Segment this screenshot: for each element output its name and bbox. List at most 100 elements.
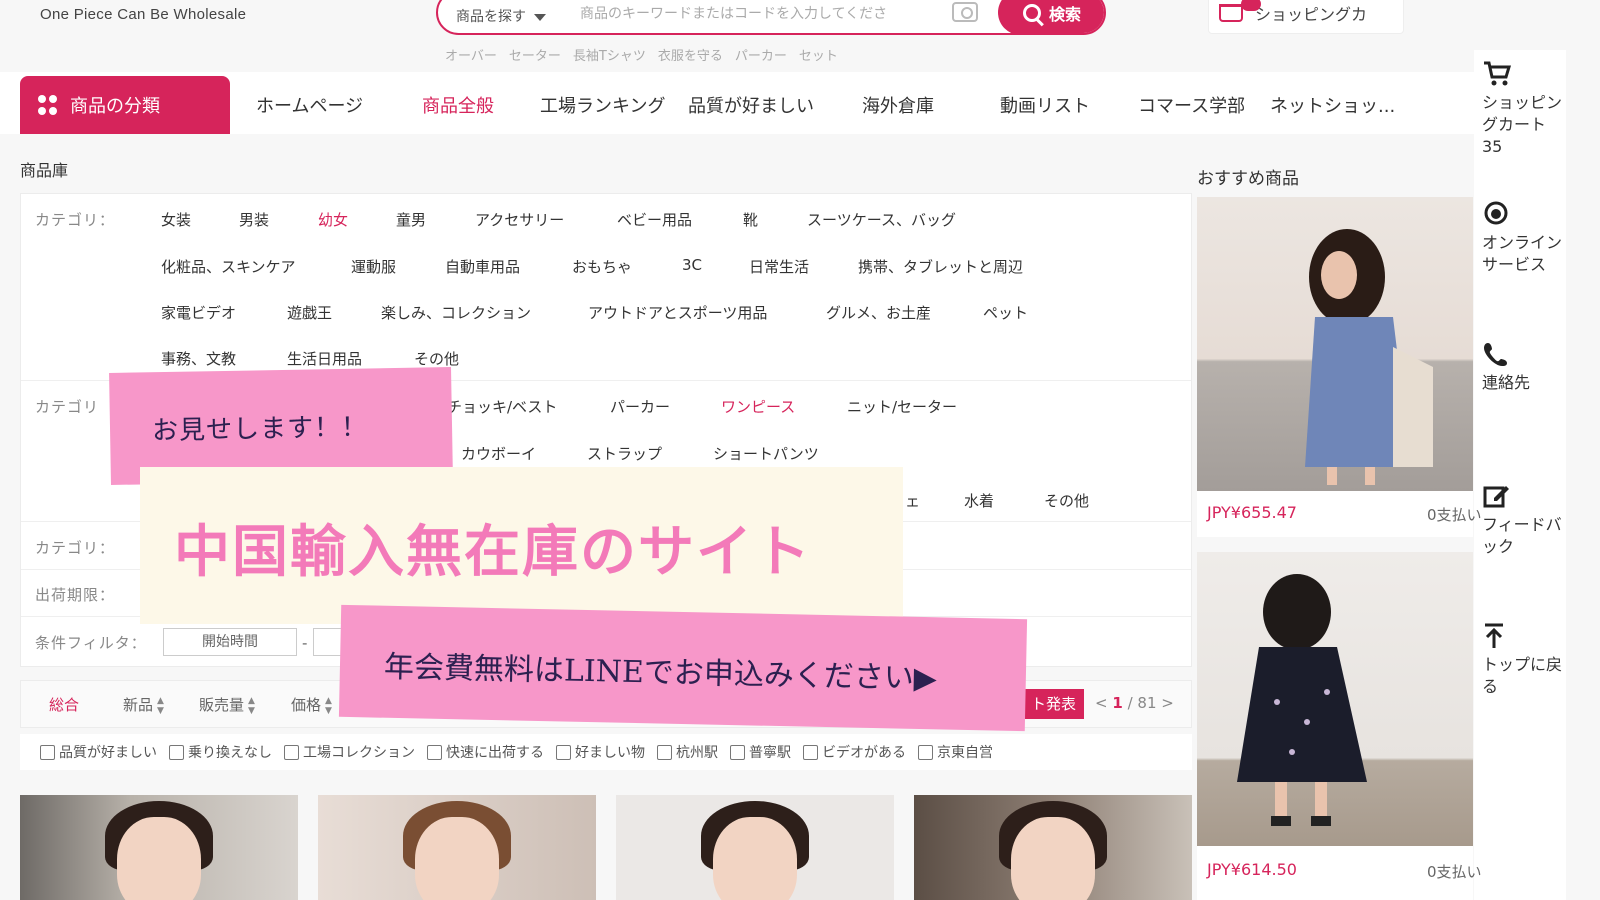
girl-dress-illustration <box>1237 574 1367 826</box>
category-item[interactable]: 遊戯王 <box>287 302 332 323</box>
start-time-input[interactable]: 開始時間 <box>163 628 297 656</box>
category-item[interactable]: 楽しみ、コレクション <box>381 302 531 323</box>
recommend-card[interactable]: JPY¥614.50 0支払い <box>1197 552 1482 900</box>
side-feedback[interactable]: フィードバック <box>1482 482 1562 558</box>
side-contact[interactable]: 連絡先 <box>1482 340 1562 394</box>
category-item[interactable]: 事務、文教 <box>161 348 236 369</box>
filter-checkbox[interactable]: 品質が好ましい <box>40 742 157 762</box>
hot-keyword[interactable]: セーター <box>509 45 561 64</box>
side-back-to-top[interactable]: トップに戻る <box>1482 622 1562 698</box>
sort-new[interactable]: 新品 ▲ ▼ <box>123 694 164 716</box>
checkbox[interactable] <box>918 744 933 760</box>
side-cart[interactable]: ショッピングカート 35 <box>1482 60 1562 158</box>
subcategory-item[interactable]: ショートパンツ <box>713 443 819 464</box>
hot-keyword[interactable]: オーバー <box>445 45 497 64</box>
checkbox[interactable] <box>556 744 571 760</box>
filter-checkbox[interactable]: 杭州駅 <box>657 742 718 762</box>
category-item[interactable]: 携帯、タブレットと周辺 <box>858 256 1023 277</box>
promo-banner-line[interactable]: 年会費無料はLINEでお申込みください▶ <box>338 604 1028 732</box>
category-menu-button[interactable]: 商品の分類 <box>20 76 230 134</box>
subcategory-item-active[interactable]: ワンピース <box>721 396 795 417</box>
category-item[interactable]: 男装 <box>239 209 269 230</box>
filter-checkbox-label: 品質が好ましい <box>59 745 157 761</box>
category-item[interactable]: 靴 <box>743 209 758 230</box>
checkbox[interactable] <box>803 744 818 760</box>
subcategory-item[interactable]: カウボーイ <box>461 443 536 464</box>
filter-checkbox[interactable]: 快速に出荷する <box>427 742 544 762</box>
pager-prev-button[interactable]: < <box>1095 694 1108 712</box>
hot-keyword[interactable]: 衣服を守る <box>658 45 723 64</box>
checkbox[interactable] <box>427 744 442 760</box>
checkbox[interactable] <box>40 744 55 760</box>
category-item[interactable]: グルメ、お土産 <box>826 302 931 323</box>
category-item[interactable]: アクセサリー <box>475 209 564 230</box>
category-item[interactable]: 家電ビデオ <box>161 302 236 323</box>
filter-checkbox[interactable]: 工場コレクション <box>284 742 415 762</box>
product-photo <box>1197 552 1473 846</box>
nav-item-video-list[interactable]: 動画リスト <box>1000 92 1090 118</box>
product-thumbnail[interactable] <box>318 795 596 900</box>
category-item[interactable]: 運動服 <box>351 256 396 277</box>
category-item[interactable]: 自動車用品 <box>445 256 520 277</box>
category-item[interactable]: 3C <box>682 256 702 274</box>
filter-checkbox[interactable]: 好ましい物 <box>556 742 645 762</box>
filter-checkbox[interactable]: 京東自営 <box>918 742 993 762</box>
filter-checkbox[interactable]: 普寧駅 <box>730 742 791 762</box>
checkbox[interactable] <box>169 744 184 760</box>
subcategory-item[interactable]: パーカー <box>610 396 670 417</box>
cart-button[interactable]: ショッピングカ <box>1208 0 1404 34</box>
search-input[interactable] <box>580 2 940 26</box>
hot-keyword[interactable]: パーカー <box>735 45 787 64</box>
recommend-card[interactable]: JPY¥655.47 0支払い <box>1197 197 1482 537</box>
nav-item-overseas-warehouse[interactable]: 海外倉庫 <box>862 92 934 118</box>
nav-item-factory-ranking[interactable]: 工場ランキング <box>540 92 665 118</box>
category-item[interactable]: 生活日用品 <box>287 348 362 369</box>
subcategory-item[interactable]: その他 <box>1044 490 1089 511</box>
category-item[interactable]: ベビー用品 <box>617 209 692 230</box>
subcategory-item[interactable]: ニット/セーター <box>847 396 957 417</box>
category-item[interactable]: スーツケース、バッグ <box>807 209 956 230</box>
product-thumbnail[interactable] <box>616 795 894 900</box>
cart-badge <box>1241 0 1261 11</box>
category-item[interactable]: おもちゃ <box>572 256 632 277</box>
new-release-button[interactable]: ト発表 <box>1023 689 1085 719</box>
nav-item-home[interactable]: ホームページ <box>256 92 363 118</box>
side-online-service[interactable]: オンラインサービス <box>1482 200 1562 276</box>
subcategory-item[interactable]: ストラップ <box>587 443 662 464</box>
checkbox[interactable] <box>657 744 672 760</box>
category-item[interactable]: ペット <box>983 302 1028 323</box>
checkbox[interactable] <box>284 744 299 760</box>
pager-next-button[interactable]: > <box>1161 694 1174 712</box>
product-thumbnail[interactable] <box>20 795 298 900</box>
product-thumbnail[interactable] <box>914 795 1192 900</box>
sort-price[interactable]: 価格 ▲ ▼ <box>291 694 332 716</box>
category-item[interactable]: 化粧品、スキンケア <box>161 256 296 277</box>
filter-checkbox-label: 普寧駅 <box>749 745 791 761</box>
hot-keyword[interactable]: 長袖Tシャツ <box>573 45 646 64</box>
recommend-price: JPY¥614.50 <box>1207 860 1297 879</box>
nav-item-all-products[interactable]: 商品全般 <box>422 92 494 118</box>
category-item[interactable]: 日常生活 <box>749 256 809 277</box>
filter-checkbox[interactable]: 乗り換えなし <box>169 742 272 762</box>
filter-checkbox-label: 快速に出荷する <box>446 745 544 761</box>
hot-keyword[interactable]: セット <box>799 45 838 64</box>
category-item[interactable]: その他 <box>414 348 459 369</box>
category-item[interactable]: 女装 <box>161 209 191 230</box>
category-item[interactable]: 童男 <box>396 209 426 230</box>
checkbox[interactable] <box>730 744 745 760</box>
sort-sales[interactable]: 販売量 ▲ ▼ <box>199 694 255 716</box>
sort-arrows-icon: ▲ ▼ <box>157 695 164 716</box>
subcategory-item[interactable]: 水着 <box>964 490 994 511</box>
category-item-active[interactable]: 幼女 <box>318 209 348 230</box>
subcategory-item[interactable]: チョッキ/ベスト <box>447 396 557 417</box>
filter-checkbox[interactable]: ビデオがある <box>803 742 906 762</box>
category-item[interactable]: アウトドアとスポーツ用品 <box>588 302 767 323</box>
nav-item-commerce-school[interactable]: コマース学部 <box>1138 92 1245 118</box>
camera-icon[interactable] <box>952 2 978 22</box>
nav-item-online-shop[interactable]: ネットショッ... <box>1270 92 1395 118</box>
subcategory-item[interactable]: ェ <box>905 490 920 511</box>
sort-overall[interactable]: 総合 <box>49 694 79 715</box>
search-button[interactable]: 検索 <box>998 0 1104 33</box>
search-category-select[interactable]: 商品を探す <box>456 6 546 26</box>
nav-item-quality[interactable]: 品質が好ましい <box>688 92 814 118</box>
